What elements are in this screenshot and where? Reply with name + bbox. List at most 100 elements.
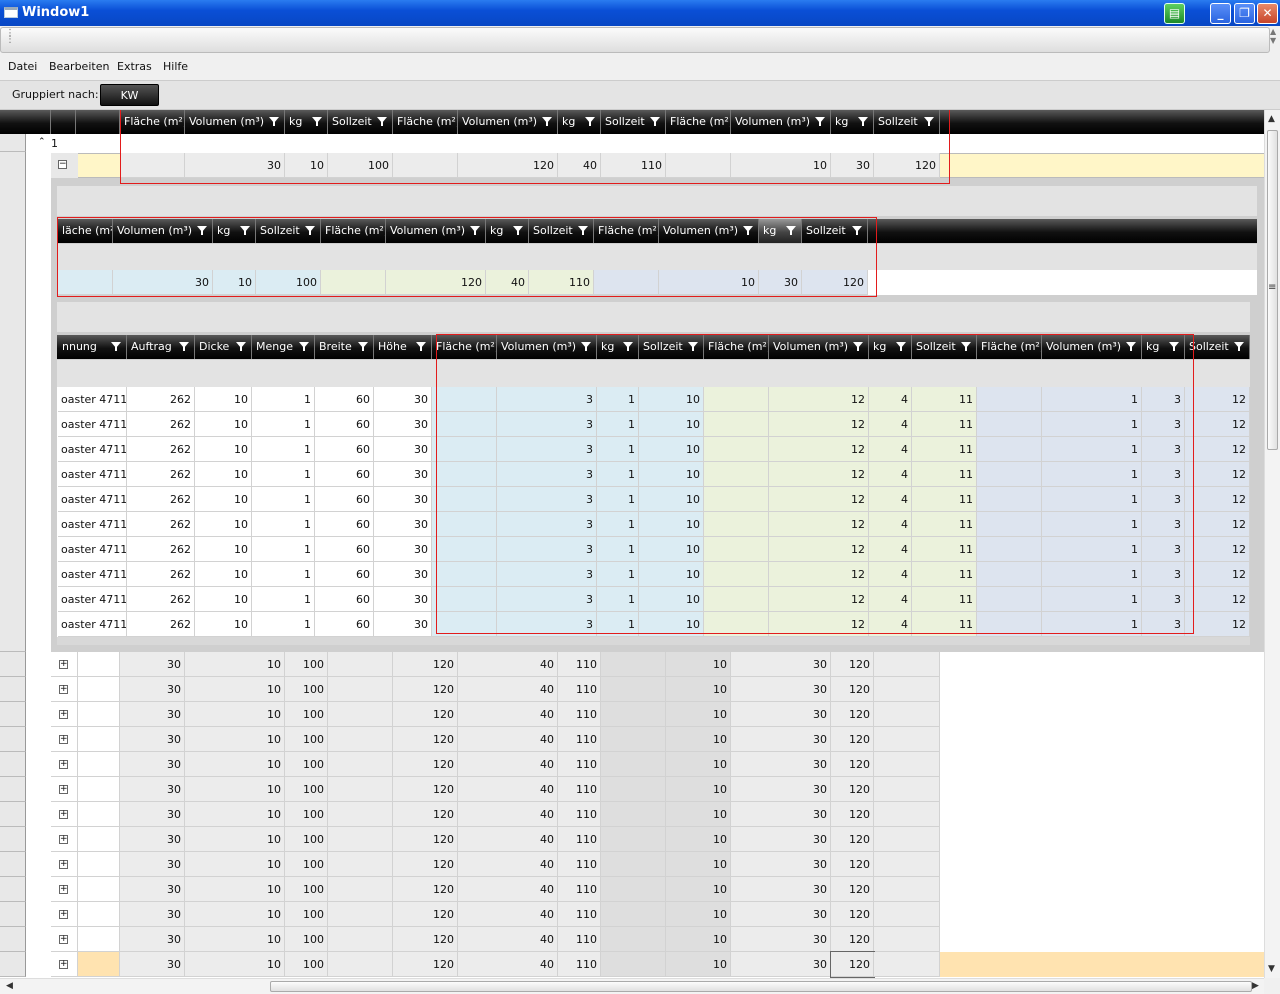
horizontal-scroll-thumb[interactable] xyxy=(270,981,1252,992)
column-header[interactable]: Volumen (m³) xyxy=(386,219,486,243)
filter-icon[interactable] xyxy=(961,342,971,351)
row-header[interactable] xyxy=(0,852,26,877)
minimize-button[interactable]: _ xyxy=(1210,3,1231,24)
expand-row-icon[interactable]: + xyxy=(59,910,68,919)
filter-icon[interactable] xyxy=(513,226,523,235)
filter-icon[interactable] xyxy=(240,226,250,235)
column-header[interactable]: Fläche (m²) xyxy=(704,335,769,359)
row-header[interactable] xyxy=(0,652,26,677)
filter-icon[interactable] xyxy=(743,226,753,235)
column-header[interactable]: Fläche (m²) xyxy=(120,110,185,134)
filter-icon[interactable] xyxy=(581,342,591,351)
scroll-right-icon[interactable]: ▶ xyxy=(1252,981,1259,991)
toolbar-overflow-icon[interactable]: ▲ ▼ xyxy=(1270,27,1280,53)
printer-icon[interactable]: ▤ xyxy=(1164,3,1185,24)
filter-icon[interactable] xyxy=(377,117,387,126)
filter-icon[interactable] xyxy=(1126,342,1136,351)
expand-row-icon[interactable]: + xyxy=(59,785,68,794)
scroll-down-icon[interactable]: ▼ xyxy=(1268,964,1275,974)
column-header[interactable]: Breite xyxy=(315,335,374,359)
row-header[interactable] xyxy=(0,777,26,802)
filter-icon[interactable] xyxy=(358,342,368,351)
column-header[interactable]: Fläche (m²) xyxy=(321,219,386,243)
filter-icon[interactable] xyxy=(542,117,552,126)
column-header[interactable]: Fläche (m²) xyxy=(594,219,659,243)
filter-icon[interactable] xyxy=(470,226,480,235)
column-header[interactable]: Fläche (m²) xyxy=(432,335,497,359)
filter-icon[interactable] xyxy=(858,117,868,126)
column-header[interactable]: läche (m²) xyxy=(58,219,113,243)
expand-row-icon[interactable]: + xyxy=(59,885,68,894)
column-header[interactable]: kg xyxy=(285,110,328,134)
column-header[interactable]: Fläche (m²) xyxy=(393,110,458,134)
column-header[interactable]: Sollzeit xyxy=(874,110,940,134)
collapse-row-icon[interactable]: − xyxy=(58,160,67,169)
column-header[interactable]: Sollzeit xyxy=(529,219,594,243)
horizontal-scrollbar[interactable]: ◀ ▶ xyxy=(0,978,1264,994)
menu-datei[interactable]: Datei xyxy=(8,60,37,73)
column-header[interactable]: Volumen (m³) xyxy=(1042,335,1142,359)
menu-extras[interactable]: Extras xyxy=(117,60,152,73)
expand-row-icon[interactable]: + xyxy=(59,810,68,819)
expand-row-icon[interactable]: + xyxy=(59,960,68,969)
menu-hilfe[interactable]: Hilfe xyxy=(163,60,188,73)
column-header[interactable]: kg xyxy=(1142,335,1185,359)
column-header[interactable]: Volumen (m³) xyxy=(113,219,213,243)
row-header[interactable] xyxy=(0,752,26,777)
expand-row-icon[interactable]: + xyxy=(59,935,68,944)
column-header[interactable]: kg xyxy=(597,335,639,359)
expand-row-icon[interactable]: + xyxy=(59,660,68,669)
close-button[interactable]: ✕ xyxy=(1257,3,1278,24)
row-header[interactable] xyxy=(0,877,26,902)
filter-icon[interactable] xyxy=(1234,342,1244,351)
toolbar-grip-icon[interactable]: ⋮ ⋮ xyxy=(5,29,15,45)
filter-icon[interactable] xyxy=(312,117,322,126)
column-header[interactable]: Volumen (m³) xyxy=(769,335,869,359)
filter-icon[interactable] xyxy=(269,117,279,126)
column-header[interactable]: Dicke xyxy=(195,335,252,359)
expand-row-icon[interactable]: + xyxy=(59,835,68,844)
scroll-left-icon[interactable]: ◀ xyxy=(6,981,13,991)
column-header[interactable]: Volumen (m³) xyxy=(497,335,597,359)
column-header[interactable]: Höhe xyxy=(374,335,432,359)
column-header[interactable]: kg xyxy=(558,110,601,134)
filter-icon[interactable] xyxy=(1169,342,1179,351)
filter-icon[interactable] xyxy=(179,342,189,351)
group-chip-kw[interactable]: KW xyxy=(100,84,159,106)
row-header[interactable] xyxy=(0,727,26,752)
column-header[interactable]: Sollzeit xyxy=(639,335,704,359)
collapse-group-icon[interactable]: ⌃ xyxy=(38,137,46,147)
row-header[interactable] xyxy=(0,927,26,952)
row-header[interactable] xyxy=(0,702,26,727)
column-header[interactable]: kg xyxy=(759,219,802,243)
column-header[interactable]: nnung xyxy=(58,335,127,359)
row-header[interactable] xyxy=(0,677,26,702)
vertical-scrollbar[interactable]: ▲ ≡ ▼ xyxy=(1264,110,1280,978)
row-header[interactable] xyxy=(0,152,26,652)
row-header[interactable] xyxy=(0,952,26,977)
filter-icon[interactable] xyxy=(896,342,906,351)
column-header[interactable]: kg xyxy=(213,219,256,243)
column-header[interactable]: Fläche (m²) xyxy=(666,110,731,134)
column-header[interactable]: Sollzeit xyxy=(1185,335,1250,359)
maximize-button[interactable]: ❐ xyxy=(1234,3,1255,24)
column-header[interactable]: Volumen (m³) xyxy=(731,110,831,134)
column-header[interactable]: kg xyxy=(869,335,912,359)
filter-icon[interactable] xyxy=(786,226,796,235)
filter-icon[interactable] xyxy=(924,117,934,126)
expand-row-icon[interactable]: + xyxy=(59,760,68,769)
row-header[interactable] xyxy=(0,134,26,152)
column-header[interactable]: Fläche (m²) xyxy=(977,335,1042,359)
filter-icon[interactable] xyxy=(623,342,633,351)
filter-icon[interactable] xyxy=(815,117,825,126)
column-header[interactable]: Auftrag xyxy=(127,335,195,359)
title-bar[interactable]: Window1 ▤ _ ❐ ✕ xyxy=(0,0,1280,26)
scroll-up-icon[interactable]: ▲ xyxy=(1268,114,1275,124)
column-header[interactable]: kg xyxy=(831,110,874,134)
filter-icon[interactable] xyxy=(853,342,863,351)
menu-bearbeiten[interactable]: Bearbeiten xyxy=(49,60,109,73)
filter-icon[interactable] xyxy=(111,342,121,351)
filter-icon[interactable] xyxy=(650,117,660,126)
filter-icon[interactable] xyxy=(305,226,315,235)
column-header[interactable]: Sollzeit xyxy=(912,335,977,359)
